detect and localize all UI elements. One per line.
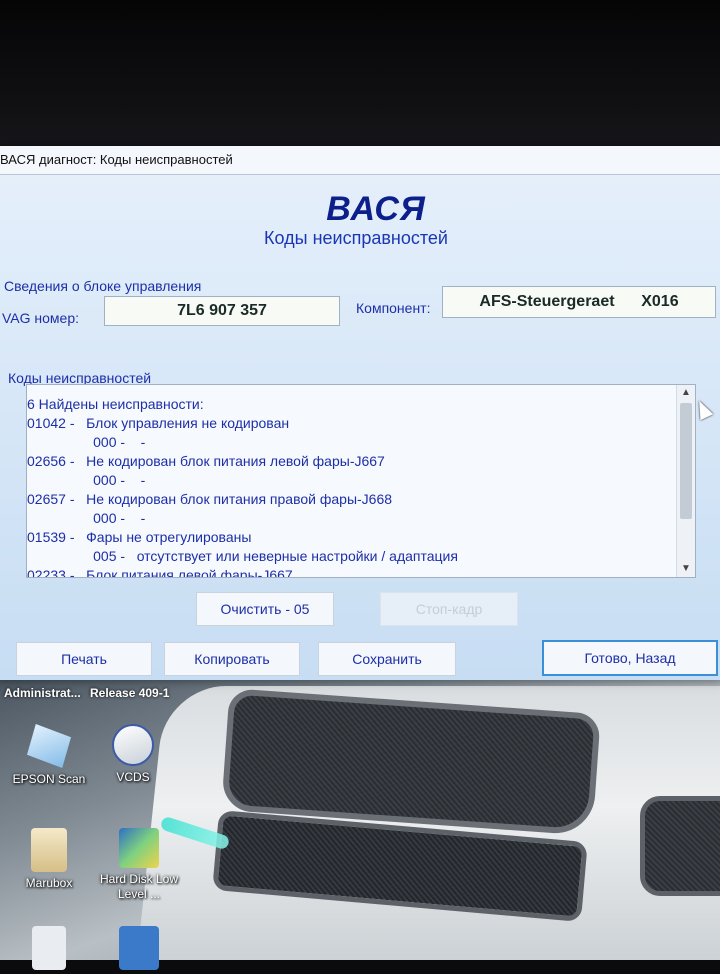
fault-codes-text: 6 Найдены неисправности: 01042 - Блок уп… bbox=[27, 395, 677, 578]
desktop-wallpaper bbox=[0, 676, 720, 960]
app-64-icon bbox=[119, 926, 159, 970]
wallpaper-fog-light bbox=[640, 796, 720, 896]
list-item: 02233 - Блок питания левой фары-J667 bbox=[27, 567, 293, 578]
component-field: AFS-Steuergeraet X016 bbox=[442, 286, 716, 318]
list-item: 01042 - Блок управления не кодирован bbox=[27, 415, 290, 431]
chevron-down-icon[interactable]: ▼ bbox=[677, 561, 695, 577]
window-title: ВАСЯ диагност: Коды неисправностей bbox=[0, 152, 233, 167]
taskbar-item-admin[interactable]: Administrat... bbox=[4, 686, 81, 700]
vcds-icon bbox=[112, 724, 154, 766]
desktop-icon-label: VCDS bbox=[116, 770, 150, 784]
desktop-icon-file[interactable] bbox=[4, 926, 94, 974]
list-item: 005 - отсутствует или неверные настройки… bbox=[27, 548, 458, 564]
list-item: 000 - - bbox=[27, 472, 146, 488]
desktop-icon-label: Marubox bbox=[25, 876, 73, 890]
file-icon bbox=[32, 926, 66, 970]
list-item: 02656 - Не кодирован блок питания левой … bbox=[27, 453, 385, 469]
freeze-frame-button[interactable]: Стоп-кадр bbox=[380, 592, 518, 626]
epson-scan-icon bbox=[27, 724, 71, 768]
clear-codes-button[interactable]: Очистить - 05 bbox=[196, 592, 334, 626]
monitor-bezel bbox=[0, 0, 720, 160]
taskbar-strip: Administrat... Release 409-1 bbox=[0, 684, 720, 704]
copy-button[interactable]: Копировать bbox=[164, 642, 300, 676]
desktop-icon-64bit[interactable] bbox=[94, 926, 184, 974]
list-item: 000 - - bbox=[27, 510, 146, 526]
desktop-icon-vcds[interactable]: VCDS bbox=[88, 724, 178, 785]
page-title: Коды неисправностей bbox=[264, 228, 448, 248]
done-back-button[interactable]: Готово, Назад bbox=[542, 640, 718, 676]
list-item: 02657 - Не кодирован блок питания правой… bbox=[27, 491, 393, 507]
fault-codes-list[interactable]: 6 Найдены неисправности: 01042 - Блок уп… bbox=[26, 384, 696, 578]
list-item: 6 Найдены неисправности: bbox=[27, 396, 204, 412]
vag-number-label: VAG номер: bbox=[2, 310, 80, 326]
app-logo: ВАСЯ bbox=[326, 190, 426, 228]
list-item: 000 - - bbox=[27, 434, 146, 450]
list-item: 01539 - Фары не отрегулированы bbox=[27, 529, 252, 545]
scrollbar-thumb[interactable] bbox=[680, 403, 692, 519]
control-unit-group-label: Сведения о блоке управления bbox=[4, 278, 202, 294]
desktop-icon-hard-disk[interactable]: Hard Disk Low Level ... bbox=[94, 828, 184, 902]
print-button[interactable]: Печать bbox=[16, 642, 152, 676]
desktop-icon-label: EPSON Scan bbox=[12, 772, 86, 786]
desktop-icon-marubox[interactable]: Marubox bbox=[4, 828, 94, 891]
desktop-icon-epson[interactable]: EPSON Scan bbox=[4, 724, 94, 787]
marubox-icon bbox=[31, 828, 67, 872]
chevron-up-icon[interactable]: ▲ bbox=[677, 385, 695, 401]
hard-disk-icon bbox=[119, 828, 159, 868]
fault-codes-window: ВАСЯ диагност: Коды неисправностей ВАСЯ … bbox=[0, 146, 720, 680]
vertical-scrollbar[interactable]: ▲ ▼ bbox=[676, 385, 695, 577]
save-button[interactable]: Сохранить bbox=[318, 642, 456, 676]
desktop-icon-label: Hard Disk Low Level ... bbox=[99, 872, 179, 901]
wallpaper-grille bbox=[221, 688, 601, 836]
taskbar-item-release[interactable]: Release 409-1 bbox=[90, 686, 169, 700]
vag-number-field: 7L6 907 357 bbox=[104, 296, 340, 326]
window-titlebar[interactable]: ВАСЯ диагност: Коды неисправностей bbox=[0, 146, 720, 175]
component-label: Компонент: bbox=[356, 300, 431, 316]
